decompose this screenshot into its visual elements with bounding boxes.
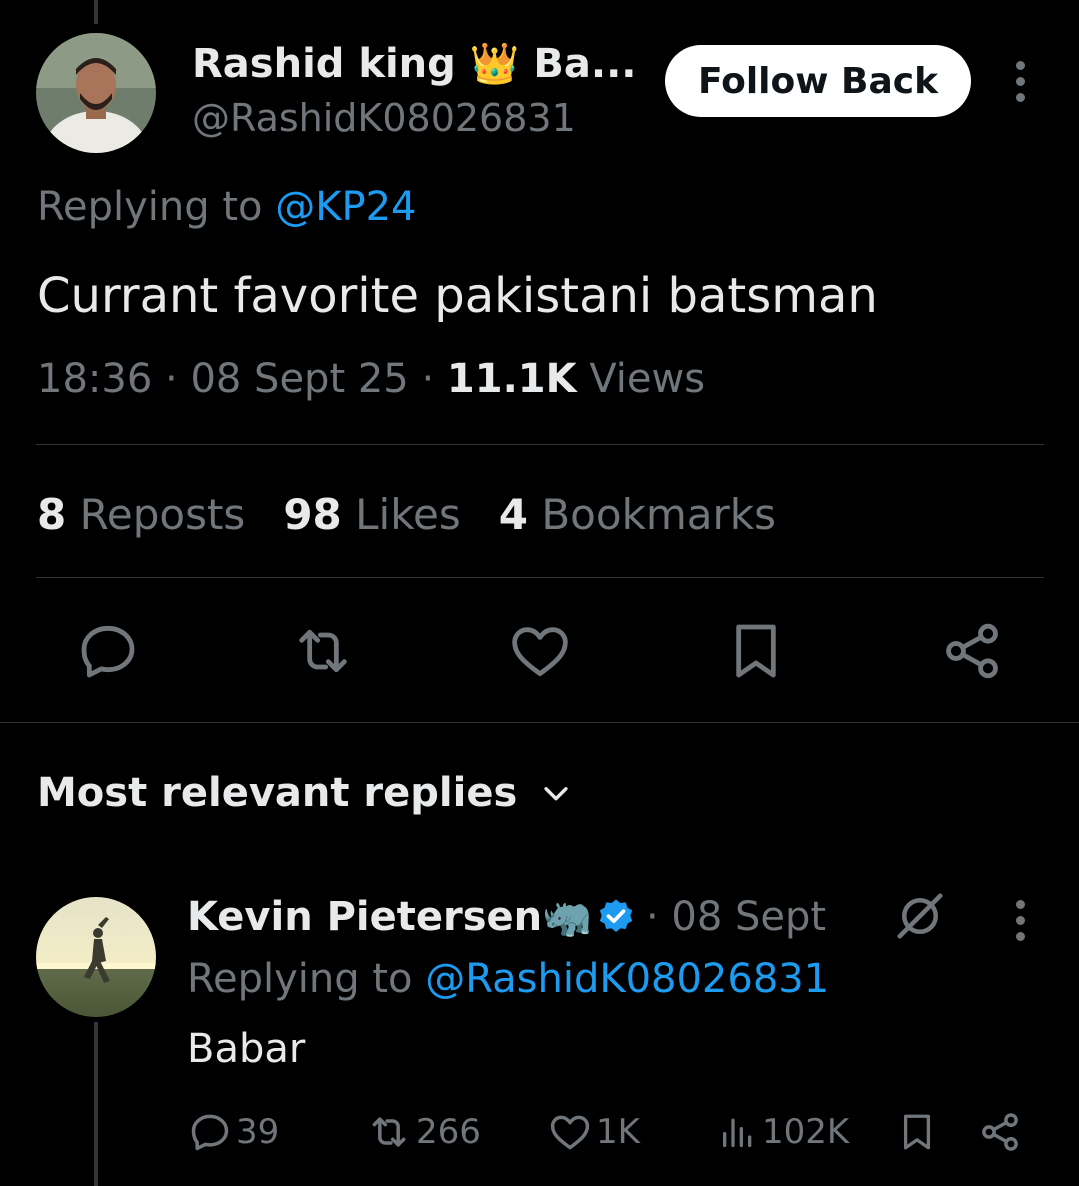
chevron-down-icon [544,787,568,801]
bookmarks-stat[interactable]: 4 Bookmarks [499,490,776,539]
views-icon [723,1118,752,1147]
repost-icon [372,1117,406,1147]
verified-badge-icon [599,899,633,932]
views-count: 11.1K [446,356,577,402]
replying-prefix: Replying to [37,184,263,230]
avatar[interactable] [36,33,156,153]
more-icon[interactable] [1008,61,1032,102]
more-icon[interactable] [1008,900,1032,941]
replying-to: Replying to @KP24 [37,184,416,230]
reply-replies-button[interactable]: 39 [188,1108,279,1156]
tweet-date[interactable]: 08 Sept 25 [190,356,408,402]
likes-stat[interactable]: 98 Likes [283,490,460,539]
avatar[interactable] [36,897,156,1017]
thread-line [94,1022,98,1186]
reply-replying-to: Replying to @RashidK08026831 [187,956,829,1002]
reply-share-button[interactable] [978,1108,1026,1156]
reply-views-button[interactable]: 102K [718,1108,849,1156]
bookmark-icon [903,1114,931,1150]
like-icon [550,1115,590,1150]
repost-icon[interactable] [290,619,356,683]
like-icon[interactable] [508,619,572,683]
engagement-stats: 8 Reposts 98 Likes 4 Bookmarks [37,490,776,539]
reply-like-button[interactable]: 1K [548,1108,640,1156]
replies-sort-label: Most relevant replies [37,770,518,816]
replies-sort-dropdown[interactable]: Most relevant replies [37,770,573,816]
replying-mention[interactable]: @RashidK08026831 [425,956,829,1002]
divider [36,577,1044,578]
reply-replies-count: 39 [236,1112,280,1152]
author-name[interactable]: Rashid king 👑 Ba... [192,40,637,87]
reply-author-name[interactable]: Kevin Pietersen🦏 [187,893,592,940]
reply-repost-button[interactable]: 266 [366,1108,481,1156]
reply-text: Babar [187,1026,306,1072]
reply-views-count: 102K [762,1112,850,1152]
share-icon [982,1113,1018,1151]
reply-icon [191,1114,229,1151]
reply-icon[interactable] [76,619,140,683]
reply-likes-count: 1K [596,1112,640,1152]
divider [36,444,1044,445]
tweet-text: Currant favorite pakistani batsman [37,268,878,324]
reposts-stat[interactable]: 8 Reposts [37,490,245,539]
tweet-detail-page: Rashid king 👑 Ba... @RashidK08026831 Fol… [0,0,1079,1186]
follow-back-button[interactable]: Follow Back [665,45,971,117]
bookmark-icon[interactable] [724,619,788,683]
views-label: Views [589,356,706,402]
divider [0,722,1079,723]
thread-line [94,0,98,24]
tweet-time[interactable]: 18:36 [37,356,152,402]
replying-mention[interactable]: @KP24 [275,184,416,230]
reply-bookmark-button[interactable] [896,1108,942,1156]
reply-date[interactable]: · 08 Sept [646,894,826,940]
replying-prefix: Replying to [187,956,413,1002]
share-icon[interactable] [940,619,1004,683]
grok-icon[interactable] [893,889,947,947]
tweet-meta: 18:36 · 08 Sept 25 · 11.1K Views [37,356,706,402]
author-handle[interactable]: @RashidK08026831 [192,96,576,140]
reply-reposts-count: 266 [416,1112,481,1152]
reply-author[interactable]: Kevin Pietersen🦏 · 08 Sept [187,893,826,941]
